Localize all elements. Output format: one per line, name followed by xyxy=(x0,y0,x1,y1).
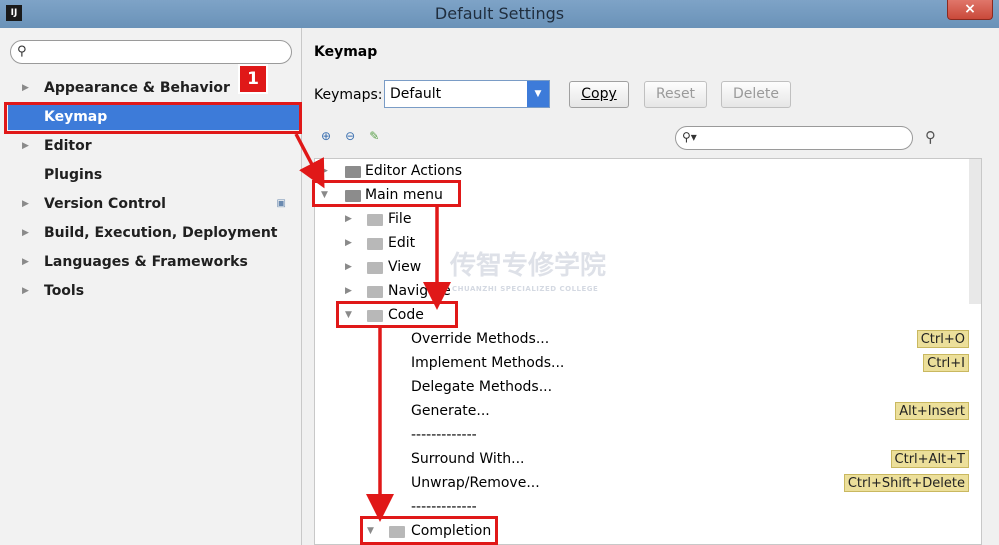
expand-arrow-icon: ▶ xyxy=(22,141,29,151)
sidebar-item-label: Editor xyxy=(44,138,92,154)
tree-row-navigate[interactable]: ▶ Navigate xyxy=(315,279,965,303)
expand-arrow-icon: ▶ xyxy=(345,286,352,296)
expand-arrow-icon: ▶ xyxy=(345,238,352,248)
keymap-select-value: Default xyxy=(390,86,442,102)
search-icon: ⚲ xyxy=(17,44,27,59)
expand-arrow-icon: ▶ xyxy=(22,286,29,296)
tree-row-label: Navigate xyxy=(388,283,451,299)
expand-arrow-icon: ▶ xyxy=(345,214,352,224)
sidebar-item-label: Tools xyxy=(44,283,85,299)
tree-row-action[interactable]: Delegate Methods... xyxy=(315,375,971,399)
close-button[interactable]: × xyxy=(947,0,993,20)
tree-row-action[interactable]: Unwrap/Remove... Ctrl+Shift+Delete xyxy=(315,471,971,495)
sidebar-item-label: Languages & Frameworks xyxy=(44,254,248,270)
sidebar-item-plugins[interactable]: Plugins xyxy=(8,162,300,188)
watermark-subtext: CHUANZHI SPECIALIZED COLLEGE xyxy=(452,285,599,293)
tree-row-label: Surround With... xyxy=(411,451,525,467)
folder-icon xyxy=(367,286,383,298)
tree-row-label: File xyxy=(388,211,412,227)
tree-row-label: Unwrap/Remove... xyxy=(411,475,540,491)
expand-arrow-icon: ▶ xyxy=(22,199,29,209)
highlight-main-menu xyxy=(312,180,461,207)
editor-actions-icon xyxy=(345,166,361,178)
sidebar-item-editor[interactable]: ▶ Editor xyxy=(8,133,300,159)
tree-row-label: Override Methods... xyxy=(411,331,550,347)
title-bar: IJ Default Settings × xyxy=(0,0,999,28)
page-title: Keymap xyxy=(314,44,378,60)
tree-row-action[interactable]: Generate... Alt+Insert xyxy=(315,399,971,423)
project-icon: ▣ xyxy=(276,198,286,209)
watermark: 传智专修学院 xyxy=(450,251,607,281)
keymap-tree: ▶ Editor Actions ▼ Main menu ▶ File ▶ Ed… xyxy=(314,158,982,545)
keymap-filter-input[interactable]: ⚲▾ xyxy=(675,126,913,150)
expand-arrow-icon: ▶ xyxy=(22,257,29,267)
delete-button[interactable]: Delete xyxy=(721,81,791,108)
chevron-down-icon[interactable]: ▼ xyxy=(527,81,549,107)
edit-icon[interactable]: ✎ xyxy=(369,129,387,143)
shortcut-badge: Ctrl+O xyxy=(916,330,969,348)
folder-icon xyxy=(367,214,383,226)
tree-row-view[interactable]: ▶ View xyxy=(315,255,965,279)
keymap-panel: Keymap Keymaps: Default ▼ Copy Reset Del… xyxy=(303,28,999,545)
keymaps-label: Keymaps: xyxy=(314,87,383,103)
tree-row-label: Generate... xyxy=(411,403,490,419)
tree-row-label: ------------- xyxy=(411,427,477,443)
copy-button[interactable]: Copy xyxy=(569,81,629,108)
tree-row-label: Edit xyxy=(388,235,416,251)
tree-row-label: Implement Methods... xyxy=(411,355,565,371)
sidebar-item-label: Build, Execution, Deployment xyxy=(44,225,278,241)
expand-arrow-icon: ▶ xyxy=(22,228,29,238)
sidebar-item-build[interactable]: ▶ Build, Execution, Deployment xyxy=(8,220,300,246)
tree-row-separator: ------------- xyxy=(315,423,971,447)
shortcut-badge: Ctrl+Shift+Delete xyxy=(843,474,969,492)
expand-arrow-icon: ▶ xyxy=(22,83,29,93)
tree-row-action[interactable]: Override Methods... Ctrl+O xyxy=(315,327,971,351)
expand-all-icon[interactable]: ⊕ xyxy=(321,129,339,143)
highlight-code xyxy=(336,301,458,328)
folder-icon xyxy=(367,238,383,250)
tree-scrollbar[interactable] xyxy=(969,159,981,304)
shortcut-badge: Ctrl+I xyxy=(923,354,969,372)
find-by-shortcut-icon[interactable]: ⚲ xyxy=(925,128,936,146)
collapse-all-icon[interactable]: ⊖ xyxy=(345,129,363,143)
sidebar-item-label: Plugins xyxy=(44,167,103,183)
sidebar-item-label: Appearance & Behavior xyxy=(44,80,230,96)
sidebar-item-version-control[interactable]: ▶ Version Control ▣ xyxy=(8,191,300,217)
tree-row-label: Delegate Methods... xyxy=(411,379,553,395)
search-icon: ⚲▾ xyxy=(682,130,697,144)
sidebar-item-label: Version Control xyxy=(44,196,166,212)
tree-row-action[interactable]: Surround With... Ctrl+Alt+T xyxy=(315,447,971,471)
highlight-keymap xyxy=(4,102,302,134)
shortcut-badge: Ctrl+Alt+T xyxy=(890,450,969,468)
keymap-select[interactable]: Default ▼ xyxy=(384,80,550,108)
settings-search-input[interactable]: ⚲ xyxy=(10,40,292,64)
tree-toolbar: ⊕ ⊖ ✎ xyxy=(321,129,389,147)
tree-row-action[interactable]: Implement Methods... Ctrl+I xyxy=(315,351,971,375)
reset-button[interactable]: Reset xyxy=(644,81,707,108)
tree-row-label: View xyxy=(388,259,422,275)
window-title: Default Settings xyxy=(434,4,565,23)
shortcut-badge: Alt+Insert xyxy=(895,402,969,420)
tree-row-edit[interactable]: ▶ Edit xyxy=(315,231,965,255)
sidebar-item-languages[interactable]: ▶ Languages & Frameworks xyxy=(8,249,300,275)
expand-arrow-icon: ▶ xyxy=(345,262,352,272)
tree-row-file[interactable]: ▶ File xyxy=(315,207,965,231)
highlight-completion xyxy=(360,516,498,545)
folder-icon xyxy=(367,262,383,274)
step-badge: 1 xyxy=(238,64,268,94)
sidebar-item-tools[interactable]: ▶ Tools xyxy=(8,278,300,304)
